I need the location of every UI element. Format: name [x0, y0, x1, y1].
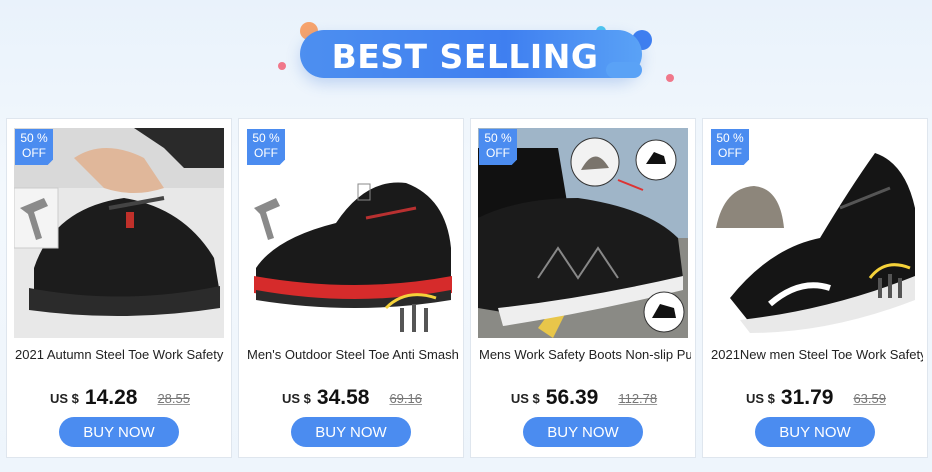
original-price: 112.78	[618, 391, 657, 406]
buy-now-button[interactable]: BUY NOW	[291, 417, 411, 447]
currency: US $	[510, 390, 540, 406]
discount-badge: 50 % OFF	[15, 129, 53, 165]
original-price-value: 63.59	[853, 390, 886, 406]
price: 14.28	[84, 386, 138, 409]
badge-percent: 50 %	[252, 131, 280, 145]
badge-off: OFF	[254, 146, 278, 160]
original-price: 63.59	[853, 391, 886, 406]
currency: US $	[49, 390, 79, 406]
buy-now-button[interactable]: BUY NOW	[755, 417, 875, 447]
original-price-value: 28.55	[157, 390, 190, 406]
product-list: 50 % OFF 2021 Autumn Steel Toe Work Safe…	[6, 118, 928, 460]
decor-dot	[666, 74, 674, 82]
price: 56.39	[545, 386, 599, 409]
original-price-value: 112.78	[618, 390, 658, 406]
badge-off: OFF	[22, 146, 46, 160]
original-price: 28.55	[157, 391, 190, 406]
product-card[interactable]: 50 % OFF Mens Work Safety Boots Non-slip…	[470, 118, 696, 458]
badge-percent: 50 %	[484, 131, 512, 145]
product-card[interactable]: 50 % OFF Men's Outdoor Steel Toe Anti Sm…	[238, 118, 464, 458]
product-card[interactable]: 50 % OFF 2021New men Steel Toe Work Safe…	[702, 118, 928, 458]
currency: US $	[281, 390, 311, 406]
original-price-value: 69.16	[389, 390, 422, 406]
badge-percent: 50 %	[716, 131, 744, 145]
badge-percent: 50 %	[20, 131, 48, 145]
discount-badge: 50 % OFF	[479, 129, 517, 165]
best-selling-banner: BEST SELLING	[0, 0, 932, 110]
price-row: US $ 56.39 112.78	[471, 383, 697, 413]
price-row: US $ 34.58 69.16	[239, 383, 465, 413]
badge-off: OFF	[486, 146, 510, 160]
price-row: US $ 31.79 63.59	[703, 383, 929, 413]
product-card[interactable]: 50 % OFF 2021 Autumn Steel Toe Work Safe…	[6, 118, 232, 458]
badge-off: OFF	[718, 146, 742, 160]
buy-now-button[interactable]: BUY NOW	[59, 417, 179, 447]
discount-badge: 50 % OFF	[711, 129, 749, 165]
price: 31.79	[780, 386, 834, 409]
discount-badge: 50 % OFF	[247, 129, 285, 165]
decor-dot	[278, 62, 286, 70]
product-name[interactable]: 2021 Autumn Steel Toe Work Safety Shoes …	[15, 347, 227, 363]
buy-now-button[interactable]: BUY NOW	[523, 417, 643, 447]
product-name[interactable]: Men's Outdoor Steel Toe Anti Smashing Pu…	[247, 347, 459, 363]
banner-title: BEST SELLING	[331, 36, 599, 76]
product-name[interactable]: Mens Work Safety Boots Non-slip Puncture…	[479, 347, 691, 363]
price-row: US $ 14.28 28.55	[7, 383, 233, 413]
price: 34.58	[316, 386, 370, 409]
original-price: 69.16	[389, 391, 422, 406]
product-name[interactable]: 2021New men Steel Toe Work Safety Shoes …	[711, 347, 923, 363]
currency: US $	[745, 390, 775, 406]
